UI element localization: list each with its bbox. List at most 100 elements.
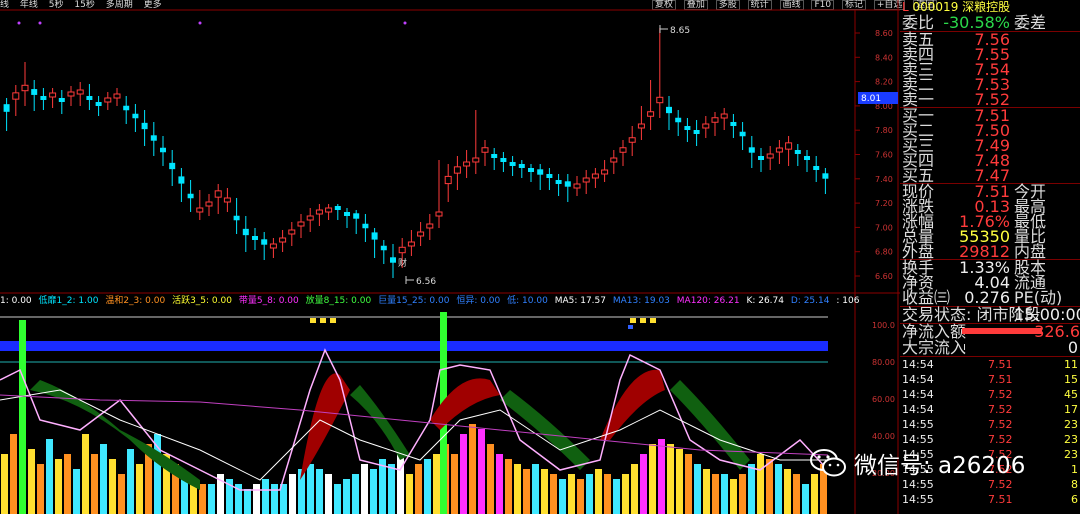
wechat-icon	[810, 449, 846, 482]
candle-body	[178, 176, 185, 184]
trade-price: 7.51	[988, 373, 1013, 386]
legend-item: 放量8_15: 0.00	[305, 296, 372, 306]
net-inflow-row: 净流入额 326.6	[902, 322, 1080, 341]
trade-time: 14:54	[902, 373, 934, 386]
price-tick-label: 7.60	[875, 151, 893, 160]
candle-body	[804, 156, 810, 160]
candle-body	[463, 161, 471, 167]
legend-item: MA120: 26.21	[676, 296, 740, 306]
row-label-2: 内盘	[1014, 242, 1047, 261]
trade-row: 14:54 7.51 11	[902, 358, 1080, 372]
volume-bar	[514, 464, 521, 514]
volume-bar	[469, 424, 476, 514]
trade-price: 7.51	[988, 493, 1013, 506]
candle-body	[306, 215, 314, 221]
candle-body	[758, 156, 764, 160]
indicator-pane	[0, 312, 829, 514]
candle-body	[591, 173, 599, 179]
block-inflow-row: 大宗流入 0	[902, 338, 1080, 357]
price-tick-label: 8.40	[875, 53, 893, 62]
stat-row: 外盘 29812 内盘	[902, 242, 1080, 261]
candle-body	[702, 123, 710, 129]
candle-body	[104, 97, 112, 103]
trade-time: 14:54	[902, 388, 934, 401]
trade-price: 7.52	[988, 418, 1013, 431]
net-inflow-bar	[962, 328, 1042, 334]
net-inflow-value: 326.6	[1034, 322, 1080, 341]
candles-group	[3, 21, 829, 278]
row-label-2: PE(动)	[1014, 288, 1063, 307]
candle-body	[666, 106, 672, 114]
kline-chart[interactable]: 8.608.408.208.007.807.607.407.207.006.80…	[0, 0, 900, 514]
candle-body	[362, 223, 369, 229]
price-tick-label: 8.60	[875, 29, 893, 38]
candle-body	[601, 169, 609, 175]
trade-row: 14:55 7.52 23	[902, 433, 1080, 447]
volume-bar	[676, 449, 683, 514]
volume-bar	[532, 464, 539, 514]
candle-body	[21, 84, 29, 92]
block-inflow-label: 大宗流入	[902, 338, 967, 357]
signal-marker	[628, 325, 633, 329]
trade-volume: 1	[1071, 463, 1078, 476]
candle-body	[344, 212, 350, 216]
volume-bar	[757, 454, 764, 514]
volume-bar	[775, 464, 782, 514]
stock-code: 000019	[912, 0, 959, 14]
candle-body	[371, 232, 378, 240]
volume-bar	[109, 459, 116, 514]
candle-body	[150, 135, 157, 141]
candle-body	[509, 162, 516, 166]
legend-item: MA13: 19.03	[612, 296, 670, 306]
volume-bar	[370, 469, 377, 514]
trade-row: 14:54 7.52 17	[902, 403, 1080, 417]
volume-bar	[208, 484, 215, 514]
trade-time: 14:55	[902, 418, 934, 431]
row-value: 7.52	[974, 90, 1010, 109]
net-inflow-label: 净流入额	[902, 322, 967, 341]
trade-volume: 8	[1071, 478, 1078, 491]
volume-bar	[649, 444, 656, 514]
candle-body	[31, 89, 38, 95]
signal-dot	[17, 21, 21, 25]
legend-item: 低: 10.00	[507, 296, 548, 306]
trade-time: 14:55	[902, 493, 934, 506]
candle-body	[610, 157, 618, 163]
candle-body	[656, 96, 664, 104]
volume-bar	[379, 459, 386, 514]
candle-body	[187, 193, 194, 199]
volume-bar	[730, 479, 737, 514]
signal-marker	[650, 318, 656, 323]
trade-price: 7.51	[988, 358, 1013, 371]
price-tick-label: 8.20	[875, 78, 893, 87]
volume-bar	[685, 454, 692, 514]
trade-price: 7.52	[988, 403, 1013, 416]
volume-bar	[667, 444, 674, 514]
volume-bar	[721, 474, 728, 514]
candle-body	[582, 177, 590, 183]
legend-item: 温和2_3: 0.00	[105, 296, 166, 306]
row-label: 收益㈢	[902, 288, 951, 307]
volume-bar	[793, 474, 800, 514]
candle-body	[49, 92, 57, 98]
candle-body	[426, 223, 434, 229]
legend-item: 带量5_8: 0.00	[238, 296, 299, 306]
volume-bar	[433, 454, 440, 514]
block-inflow-value: 0	[1067, 338, 1078, 357]
price-tick-label: 6.80	[875, 248, 893, 257]
volume-bar	[640, 454, 647, 514]
ribbon-green	[350, 385, 410, 460]
candle-body	[380, 245, 387, 251]
low-price-label: 6.56	[416, 277, 436, 287]
candle-body	[297, 221, 305, 227]
row-label: 买五	[902, 166, 935, 185]
candle-body	[233, 215, 240, 221]
volume-bar	[82, 434, 89, 514]
candle-body	[472, 157, 480, 163]
trade-volume: 17	[1064, 403, 1078, 416]
volume-bar	[1, 454, 8, 514]
candle-body	[637, 123, 645, 129]
row-label: 外盘	[902, 242, 935, 261]
volume-bar	[397, 454, 404, 514]
candle-body	[684, 126, 691, 130]
